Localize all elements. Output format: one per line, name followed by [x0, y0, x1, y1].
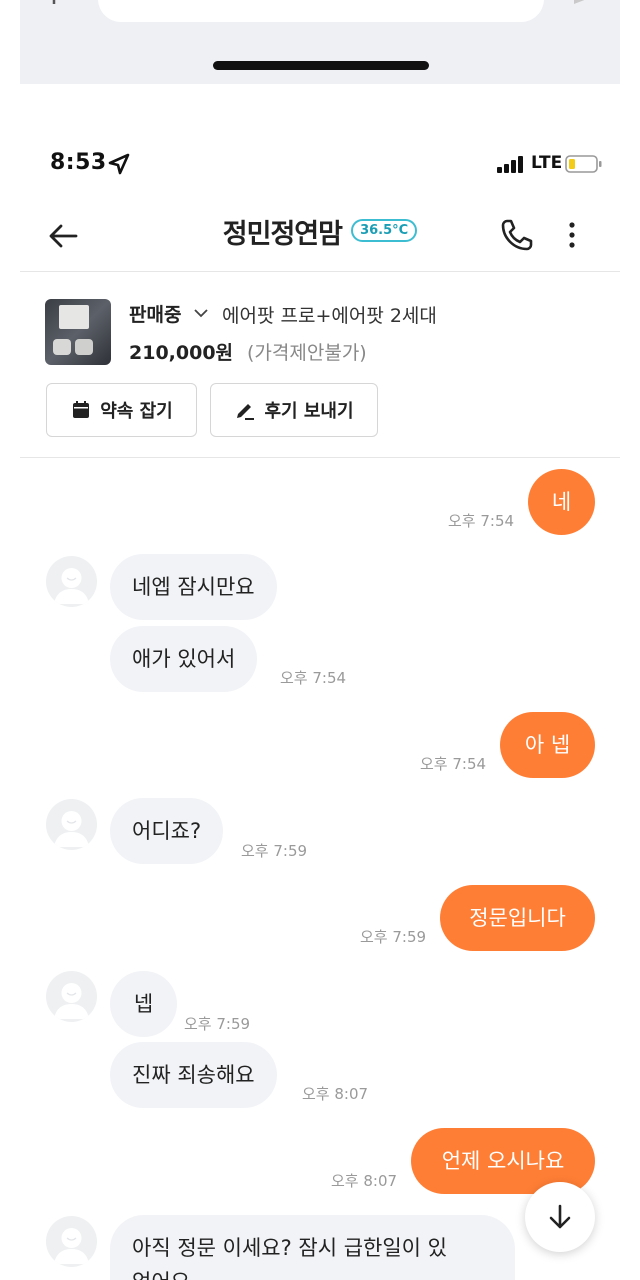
location-arrow-icon [108, 153, 130, 175]
signal-icon [497, 156, 523, 173]
message-bubble-incoming[interactable]: 애가 있어서 [110, 626, 258, 692]
product-name[interactable]: 에어팟 프로+에어팟 2세대 [222, 301, 437, 328]
user-icon [54, 1228, 89, 1264]
thumb-box [59, 305, 89, 329]
message-time: 오후 8:07 [331, 1172, 398, 1190]
send-icon [574, 0, 585, 4]
message-bubble-incoming[interactable]: 어디죠? [110, 798, 224, 864]
message-bubble-outgoing[interactable]: 정문입니다 [440, 885, 595, 951]
avatar[interactable] [46, 971, 97, 1022]
status-bar: 8:53 LTE [0, 140, 640, 188]
page-title: 정민정연맘 [222, 219, 343, 250]
send-review-label: 후기 보내기 [264, 401, 354, 422]
previous-message-input [98, 0, 544, 22]
message-bubble-incoming[interactable]: 네엡 잠시만요 [110, 554, 277, 620]
user-icon [54, 811, 89, 847]
message-bubble-incoming[interactable]: 넵 [110, 971, 177, 1037]
user-icon [54, 568, 89, 604]
pencil-icon [237, 404, 255, 420]
thumb-case [75, 339, 93, 355]
more-vertical-icon[interactable] [558, 216, 586, 254]
network-type: LTE [531, 153, 563, 173]
product-thumbnail[interactable] [45, 299, 111, 365]
manner-temperature-badge[interactable]: 36.5°C [351, 219, 418, 242]
avatar[interactable] [46, 799, 97, 850]
arrow-down-icon [549, 1204, 571, 1229]
message-bubble-outgoing[interactable]: 아 넵 [500, 712, 595, 778]
message-bubble-incoming[interactable]: 아직 정문 이세요? 잠시 급한일이 있 었어요 [110, 1215, 515, 1280]
chevron-down-icon[interactable] [193, 306, 209, 320]
make-appointment-label: 약속 잡기 [100, 401, 173, 422]
message-time: 오후 7:59 [241, 842, 308, 860]
sale-status-dropdown[interactable]: 판매중 [129, 300, 181, 327]
user-icon [54, 983, 89, 1019]
avatar[interactable] [46, 1216, 97, 1267]
status-time: 8:53 [50, 150, 107, 175]
phone-icon[interactable] [498, 216, 536, 254]
chat-header: 정민정연맘 36.5°C [20, 196, 620, 272]
send-review-button[interactable]: 후기 보내기 [210, 383, 378, 437]
product-price: 210,000원 [129, 342, 234, 364]
message-bubble-incoming[interactable]: 진짜 죄송해요 [110, 1042, 277, 1108]
message-line: 아직 정문 이세요? 잠시 급한일이 있 [132, 1236, 448, 1260]
price-note: (가격제안불가) [247, 342, 367, 364]
message-time: 오후 7:54 [280, 669, 347, 687]
thumb-case [53, 339, 71, 355]
product-info: 판매중 에어팟 프로+에어팟 2세대 210,000원 (가격제안불가) 약속 … [20, 272, 620, 458]
home-indicator [213, 61, 429, 70]
battery-icon [565, 155, 602, 173]
avatar[interactable] [46, 556, 97, 607]
make-appointment-button[interactable]: 약속 잡기 [46, 383, 197, 437]
message-time: 오후 7:54 [448, 512, 515, 530]
message-bubble-outgoing[interactable]: 네 [528, 469, 595, 535]
emoji-icon [500, 0, 528, 10]
message-time: 오후 7:54 [420, 755, 487, 773]
message-list: 네 오후 7:54 네엡 잠시만요 애가 있어서 오후 7:54 아 넵 오후 … [0, 459, 640, 1280]
previous-screen-strip [0, 0, 640, 84]
previous-input-bar [20, 0, 620, 84]
message-time: 오후 8:07 [302, 1085, 369, 1103]
plus-icon [52, 0, 56, 4]
scroll-to-bottom-button[interactable] [525, 1182, 595, 1252]
calendar-icon [73, 401, 90, 418]
message-time: 오후 7:59 [184, 1015, 251, 1033]
message-line: 었어요 [132, 1268, 493, 1280]
message-time: 오후 7:59 [360, 928, 427, 946]
